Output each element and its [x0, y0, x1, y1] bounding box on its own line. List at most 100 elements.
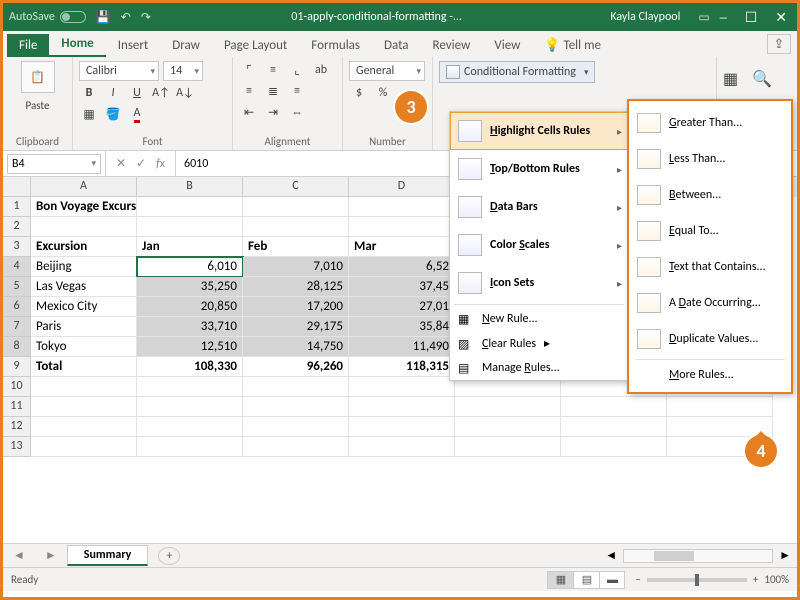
cell[interactable] — [137, 217, 243, 237]
row-header[interactable]: 11 — [3, 397, 31, 417]
percent-button[interactable]: % — [373, 84, 393, 102]
tab-home[interactable]: Home — [49, 32, 105, 57]
bold-button[interactable]: B — [79, 84, 99, 102]
cell[interactable] — [243, 377, 349, 397]
cell[interactable] — [31, 437, 137, 457]
cell[interactable]: 35,84 — [349, 317, 455, 337]
cell[interactable] — [243, 197, 349, 217]
cell[interactable]: 33,710 — [137, 317, 243, 337]
maximize-icon[interactable]: ☐ — [745, 9, 758, 26]
col-header[interactable]: B — [137, 177, 243, 197]
cell[interactable]: 29,175 — [243, 317, 349, 337]
row-header[interactable]: 6 — [3, 297, 31, 317]
cell[interactable] — [455, 397, 561, 417]
menu-greater-than[interactable]: Greater Than... — [629, 105, 791, 141]
cell[interactable] — [137, 397, 243, 417]
cell[interactable]: Mar — [349, 237, 455, 257]
align-center-button[interactable]: ≣ — [263, 82, 283, 100]
cell[interactable] — [243, 417, 349, 437]
tab-page-layout[interactable]: Page Layout — [212, 34, 299, 57]
horizontal-scrollbar[interactable] — [623, 549, 773, 563]
underline-button[interactable]: U — [127, 84, 147, 102]
cell[interactable]: 108,330 — [137, 357, 243, 377]
cell[interactable] — [349, 217, 455, 237]
menu-new-rule[interactable]: ▦New Rule... — [450, 307, 628, 331]
zoom-slider[interactable] — [647, 578, 747, 582]
cell[interactable] — [349, 417, 455, 437]
menu-clear-rules[interactable]: ▨Clear Rules▸ — [450, 331, 628, 356]
zoom-level[interactable]: 100% — [764, 573, 789, 586]
cell[interactable]: 20,850 — [137, 297, 243, 317]
align-left-button[interactable]: ≡ — [239, 82, 259, 100]
cell[interactable] — [31, 417, 137, 437]
cell[interactable] — [349, 377, 455, 397]
cancel-formula-icon[interactable]: ✕ — [116, 156, 126, 171]
menu-icon-sets[interactable]: Icon Sets ▸ — [450, 264, 628, 302]
undo-icon[interactable]: ↶ — [121, 10, 131, 25]
paste-button[interactable]: Paste — [26, 99, 50, 112]
cell[interactable]: 7,010 — [243, 257, 349, 277]
cell[interactable]: Beijing — [31, 257, 137, 277]
increase-indent-button[interactable]: ⇥ — [263, 103, 283, 121]
paste-icon[interactable]: 📋 — [21, 61, 55, 93]
menu-equal-to[interactable]: Equal To... — [629, 213, 791, 249]
cell[interactable] — [455, 437, 561, 457]
sheet-nav-prev[interactable]: ◄ — [3, 548, 35, 563]
row-header[interactable]: 1 — [3, 197, 31, 217]
cell[interactable] — [349, 437, 455, 457]
toggle-off-icon[interactable] — [60, 11, 86, 23]
menu-duplicate-values[interactable]: Duplicate Values... — [629, 321, 791, 357]
tab-review[interactable]: Review — [421, 34, 483, 57]
cell[interactable] — [349, 197, 455, 217]
cell[interactable] — [667, 397, 773, 417]
cell[interactable]: 27,01 — [349, 297, 455, 317]
cell[interactable]: Total — [31, 357, 137, 377]
cell[interactable]: 37,45 — [349, 277, 455, 297]
menu-text-contains[interactable]: Text that Contains... — [629, 249, 791, 285]
row-header[interactable]: 7 — [3, 317, 31, 337]
cell[interactable]: 96,260 — [243, 357, 349, 377]
font-size-select[interactable]: 14 — [163, 61, 203, 81]
menu-less-than[interactable]: Less Than... — [629, 141, 791, 177]
col-header[interactable]: C — [243, 177, 349, 197]
format-table-icon[interactable]: ▦ — [723, 69, 738, 89]
cell[interactable] — [243, 217, 349, 237]
row-header[interactable]: 8 — [3, 337, 31, 357]
cell[interactable]: 6,52 — [349, 257, 455, 277]
save-icon[interactable]: 💾 — [96, 10, 111, 25]
enter-formula-icon[interactable]: ✓ — [136, 156, 146, 171]
cell[interactable] — [243, 397, 349, 417]
fill-color-button[interactable]: 🪣 — [103, 105, 123, 123]
row-header[interactable]: 13 — [3, 437, 31, 457]
menu-data-bars[interactable]: Data Bars ▸ — [450, 188, 628, 226]
menu-top-bottom-rules[interactable]: Top/Bottom Rules ▸ — [450, 150, 628, 188]
decrease-font-button[interactable]: A↓ — [175, 84, 195, 102]
cell[interactable] — [561, 417, 667, 437]
close-icon[interactable]: ✕ — [775, 9, 787, 26]
cell[interactable]: 35,250 — [137, 277, 243, 297]
scroll-left-icon[interactable]: ◄ — [605, 548, 617, 563]
cell[interactable]: 14,750 — [243, 337, 349, 357]
menu-color-scales[interactable]: Color Scales ▸ — [450, 226, 628, 264]
cell[interactable] — [243, 437, 349, 457]
cell[interactable]: Paris — [31, 317, 137, 337]
fx-icon[interactable]: fx — [156, 157, 165, 171]
redo-icon[interactable]: ↷ — [141, 10, 151, 25]
cell[interactable]: Excursion — [31, 237, 137, 257]
cell[interactable]: Tokyo — [31, 337, 137, 357]
font-color-button[interactable]: A — [127, 105, 147, 123]
cell[interactable]: 12,510 — [137, 337, 243, 357]
cell[interactable]: 6,010 — [137, 257, 243, 277]
normal-view-button[interactable]: ▦ — [547, 571, 573, 589]
scroll-right-icon[interactable]: ► — [779, 548, 791, 563]
menu-manage-rules[interactable]: ▤Manage Rules... — [450, 356, 628, 380]
cell[interactable] — [561, 437, 667, 457]
cell[interactable] — [561, 397, 667, 417]
cell[interactable] — [455, 417, 561, 437]
zoom-out-button[interactable]: − — [635, 573, 640, 586]
cell[interactable] — [137, 417, 243, 437]
sheet-tab-summary[interactable]: Summary — [67, 545, 149, 566]
cell[interactable]: Las Vegas — [31, 277, 137, 297]
cell[interactable] — [31, 377, 137, 397]
row-header[interactable]: 4 — [3, 257, 31, 277]
